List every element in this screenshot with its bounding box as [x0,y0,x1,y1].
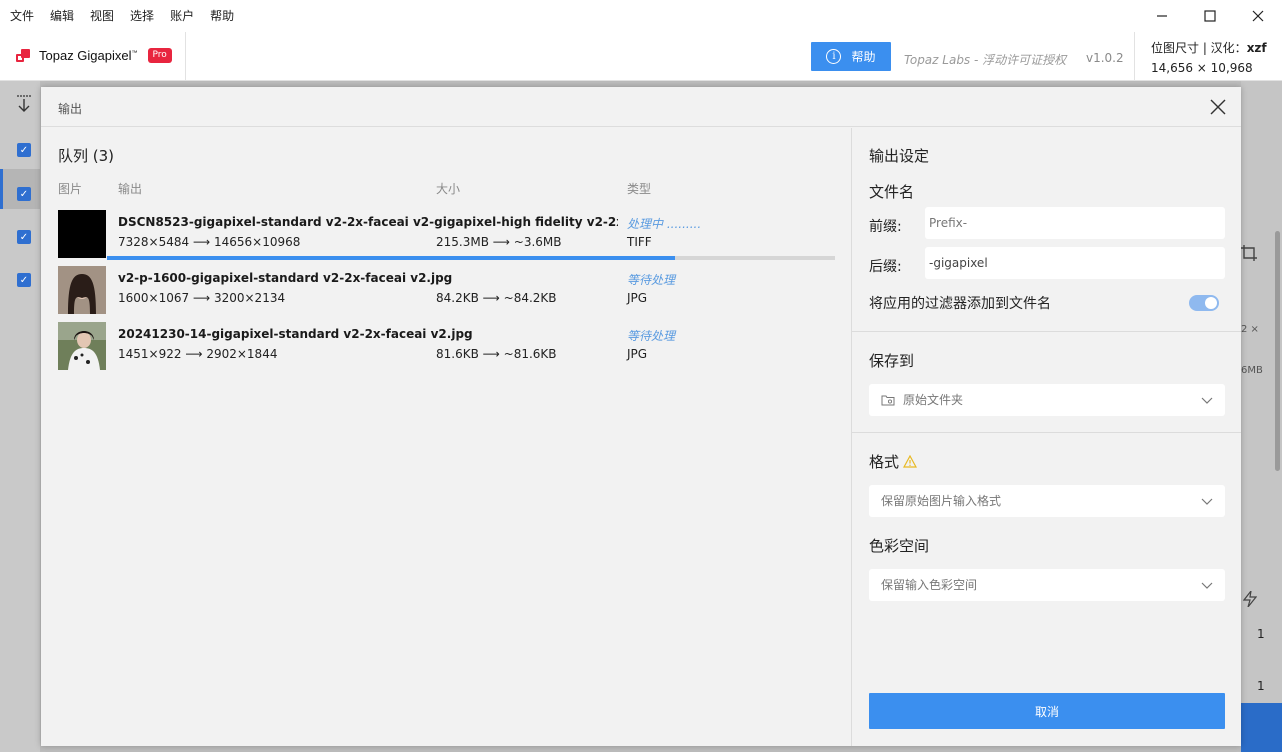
status-text: 等待处理 [627,273,676,287]
format-heading: 格式 [869,451,918,472]
folder-icon [881,395,895,406]
format-value: 保留原始图片输入格式 [881,494,1002,508]
menu-account[interactable]: 账户 [162,0,202,32]
license-text: Topaz Labs - 浮动许可证授权 [904,53,1067,67]
status-text: 处理中 ......... [627,217,702,231]
resolution: 1600×1067 ⟶ 3200×2134 [118,291,286,305]
column-header-type: 类型 [627,182,652,196]
version-text: v1.0.2 [1086,51,1124,65]
help-button[interactable]: i 帮助 [811,42,891,71]
background-action-button [1241,703,1282,752]
output-filename: DSCN8523-gigapixel-standard v2-2x-faceai… [118,215,618,229]
cancel-button[interactable]: 取消 [869,693,1225,729]
topaz-logo-icon [16,48,31,63]
save-location-value: 原始文件夹 [903,393,964,407]
column-header-output: 输出 [118,182,143,196]
checkbox-icon: ✓ [17,230,31,244]
chevron-down-icon [1201,397,1213,404]
crop-icon [1241,245,1257,261]
lightning-icon [1243,591,1257,607]
checkbox-icon: ✓ [17,187,31,201]
warning-icon [903,455,918,468]
prefix-label: 前缀: [869,219,902,235]
header-divider [185,32,186,81]
info-icon: i [826,49,842,64]
menu-select[interactable]: 选择 [122,0,162,32]
background-right-panel: 2 × 6MB 1 1 [1241,81,1282,752]
suffix-input[interactable]: -gigapixel [925,247,1225,279]
filename-heading: 文件名 [869,183,915,201]
queue-row[interactable]: v2-p-1600-gigapixel-standard v2-2x-facea… [41,266,851,316]
color-space-select[interactable]: 保留输入色彩空间 [869,569,1225,601]
file-type: JPG [627,347,648,361]
download-icon [17,95,31,112]
output-dialog: 输出 队列 (3) 图片 输出 大小 类型 DSCN8523-gigapixel… [41,87,1241,746]
status-text: 等待处理 [627,329,676,343]
format-select[interactable]: 保留原始图片输入格式 [869,485,1225,517]
save-location-select[interactable]: 原始文件夹 [869,384,1225,416]
app-logo: Topaz Gigapixel™ Pro [16,48,172,63]
output-filename: v2-p-1600-gigapixel-standard v2-2x-facea… [118,271,453,285]
image-dimensions: 位图尺寸 | 汉化：xzf 14,656 × 10,968 [1151,41,1267,75]
minimize-icon [1157,15,1167,17]
help-label: 帮助 [851,50,876,64]
toggle-knob [1205,297,1217,309]
menu-view[interactable]: 视图 [82,0,122,32]
dialog-close-button[interactable] [1207,96,1229,118]
color-space-value: 保留输入色彩空间 [881,578,978,592]
resolution: 1451×922 ⟶ 2902×1844 [118,347,278,361]
column-header-image: 图片 [58,182,83,196]
prefix-input[interactable]: Prefix- [925,207,1225,239]
queue-title: 队列 (3) [58,147,115,165]
menu-file[interactable]: 文件 [0,0,42,32]
file-size: 84.2KB ⟶ ~84.2KB [436,291,557,305]
suffix-label: 后缀: [869,259,902,275]
checkbox-icon: ✓ [17,273,31,287]
maximize-icon [1204,10,1216,22]
dialog-header: 输出 [41,87,1241,127]
save-heading: 保存到 [869,352,915,370]
file-size: 215.3MB ⟶ ~3.6MB [436,235,562,249]
minimize-button[interactable] [1138,0,1186,32]
close-window-button[interactable] [1234,0,1282,32]
menu-help[interactable]: 帮助 [202,0,242,32]
window-controls [1138,0,1282,32]
filter-toggle-label: 将应用的过滤器添加到文件名 [869,296,1051,312]
thumbnail [58,210,106,258]
column-header-size: 大小 [436,182,461,196]
file-type: TIFF [627,235,652,249]
checkbox-icon: ✓ [17,143,31,157]
app-name: Topaz Gigapixel™ [39,48,138,63]
thumbnail [58,266,106,314]
file-type: JPG [627,291,648,305]
app-header: Topaz Gigapixel™ Pro i 帮助 Topaz Labs - 浮… [0,32,1282,81]
pro-badge: Pro [147,48,172,63]
header-divider [1134,32,1135,81]
divider [852,432,1241,433]
queue-panel: 队列 (3) 图片 输出 大小 类型 DSCN8523-gigapixel-st… [41,128,851,746]
maximize-button[interactable] [1186,0,1234,32]
thumbnail [58,322,106,370]
progress-bar [107,256,835,260]
resolution: 7328×5484 ⟶ 14656×10968 [118,235,301,249]
menu-edit[interactable]: 编辑 [42,0,82,32]
progress-fill [107,256,675,260]
menu-bar: 文件 编辑 视图 选择 账户 帮助 [0,0,1282,32]
settings-title: 输出设定 [869,147,930,165]
close-icon [1252,10,1264,22]
background-left-panel: ✓ ✓ ✓ ✓ [0,81,40,752]
divider [852,331,1241,332]
queue-row[interactable]: DSCN8523-gigapixel-standard v2-2x-faceai… [41,210,851,260]
output-filename: 20241230-14-gigapixel-standard v2-2x-fac… [118,327,473,341]
filter-toggle[interactable] [1189,295,1219,311]
dialog-title: 输出 [58,102,83,116]
queue-row[interactable]: 20241230-14-gigapixel-standard v2-2x-fac… [41,322,851,372]
chevron-down-icon [1201,582,1213,589]
scrollbar[interactable] [1275,231,1280,471]
color-space-heading: 色彩空间 [869,537,930,555]
chevron-down-icon [1201,498,1213,505]
close-icon [1210,99,1226,115]
output-settings-panel: 输出设定 文件名 前缀: Prefix- 后缀: -gigapixel 将应用的… [851,128,1241,746]
file-size: 81.6KB ⟶ ~81.6KB [436,347,557,361]
